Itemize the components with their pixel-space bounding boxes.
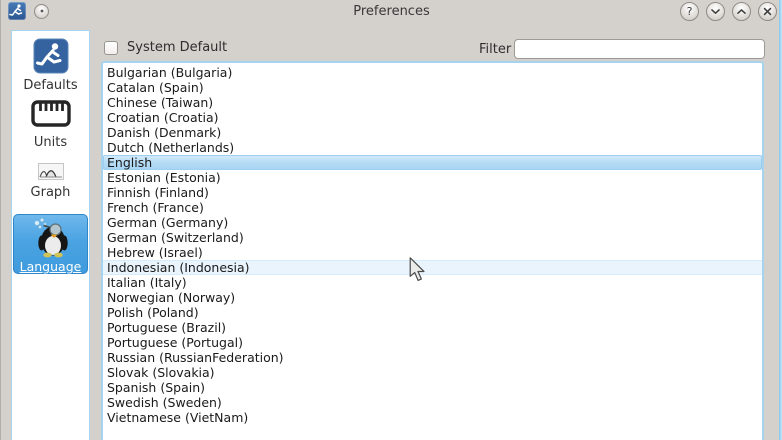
language-list-item[interactable]: Portuguese (Portugal) — [103, 335, 762, 350]
language-list-item[interactable]: Norwegian (Norway) — [103, 290, 762, 305]
profile-graph-icon — [38, 163, 64, 180]
sidebar-item-units[interactable] — [12, 100, 89, 127]
system-default-label[interactable]: System Default — [127, 40, 227, 55]
sidebar-item-defaults-label[interactable]: Defaults — [12, 78, 89, 93]
language-list-item[interactable]: Swedish (Sweden) — [103, 395, 762, 410]
language-list-item[interactable]: Estonian (Estonia) — [103, 170, 762, 185]
language-list-item[interactable]: German (Switzerland) — [103, 230, 762, 245]
question-mark-icon: ? — [687, 6, 693, 17]
language-list-item[interactable]: Hebrew (Israel) — [103, 245, 762, 260]
language-list-item[interactable]: Vietnamese (VietNam) — [103, 410, 762, 425]
help-button[interactable]: ? — [680, 2, 699, 21]
language-list-item[interactable]: Catalan (Spain) — [103, 80, 762, 95]
sidebar-item-language[interactable]: Language — [13, 214, 88, 274]
language-list-item[interactable]: Dutch (Netherlands) — [103, 140, 762, 155]
sidebar-item-graph[interactable] — [12, 163, 89, 180]
language-list-item[interactable]: Finnish (Finland) — [103, 185, 762, 200]
language-list-item[interactable]: German (Germany) — [103, 215, 762, 230]
close-button[interactable] — [758, 2, 777, 21]
preferences-category-list: Defaults Units Graph — [11, 30, 90, 440]
chevron-down-icon — [707, 2, 724, 21]
filter-label: Filter — [479, 42, 511, 57]
sidebar-item-language-label[interactable]: Language — [14, 259, 87, 274]
language-list-item[interactable]: Danish (Denmark) — [103, 125, 762, 140]
unshade-button[interactable] — [732, 2, 751, 21]
language-list-item[interactable]: Portuguese (Brazil) — [103, 320, 762, 335]
language-list-item[interactable]: Indonesian (Indonesia) — [103, 260, 762, 275]
tux-penguin-icon — [31, 216, 71, 258]
language-list-item[interactable]: Spanish (Spain) — [103, 380, 762, 395]
system-default-checkbox[interactable] — [104, 41, 118, 55]
chevron-up-icon — [733, 2, 750, 21]
filter-input[interactable] — [514, 39, 765, 59]
close-x-icon — [759, 2, 776, 21]
system-default-checkbox-row: System Default — [104, 40, 227, 55]
language-list-item[interactable]: Slovak (Slovakia) — [103, 365, 762, 380]
diver-icon — [33, 38, 69, 74]
shade-button[interactable] — [706, 2, 725, 21]
preferences-window: { "window": { "title": "Preferences", "a… — [0, 0, 782, 440]
language-list: Bulgarian (Bulgaria)Catalan (Spain)Chine… — [101, 61, 764, 440]
language-list-item[interactable]: Polish (Poland) — [103, 305, 762, 320]
sidebar-item-units-label[interactable]: Units — [12, 135, 89, 150]
sidebar-item-graph-label[interactable]: Graph — [12, 185, 89, 200]
language-list-item[interactable]: Bulgarian (Bulgaria) — [103, 65, 762, 80]
window-title: Preferences — [1, 4, 782, 19]
sidebar-item-defaults[interactable] — [12, 38, 89, 74]
language-list-item[interactable]: English — [103, 155, 762, 170]
language-list-item[interactable]: French (France) — [103, 200, 762, 215]
ruler-icon — [31, 100, 71, 127]
language-list-item[interactable]: Chinese (Taiwan) — [103, 95, 762, 110]
language-list-item[interactable]: Croatian (Croatia) — [103, 110, 762, 125]
titlebar[interactable]: Preferences ? — [1, 0, 782, 24]
language-list-item[interactable]: Italian (Italy) — [103, 275, 762, 290]
language-list-item[interactable]: Russian (RussianFederation) — [103, 350, 762, 365]
